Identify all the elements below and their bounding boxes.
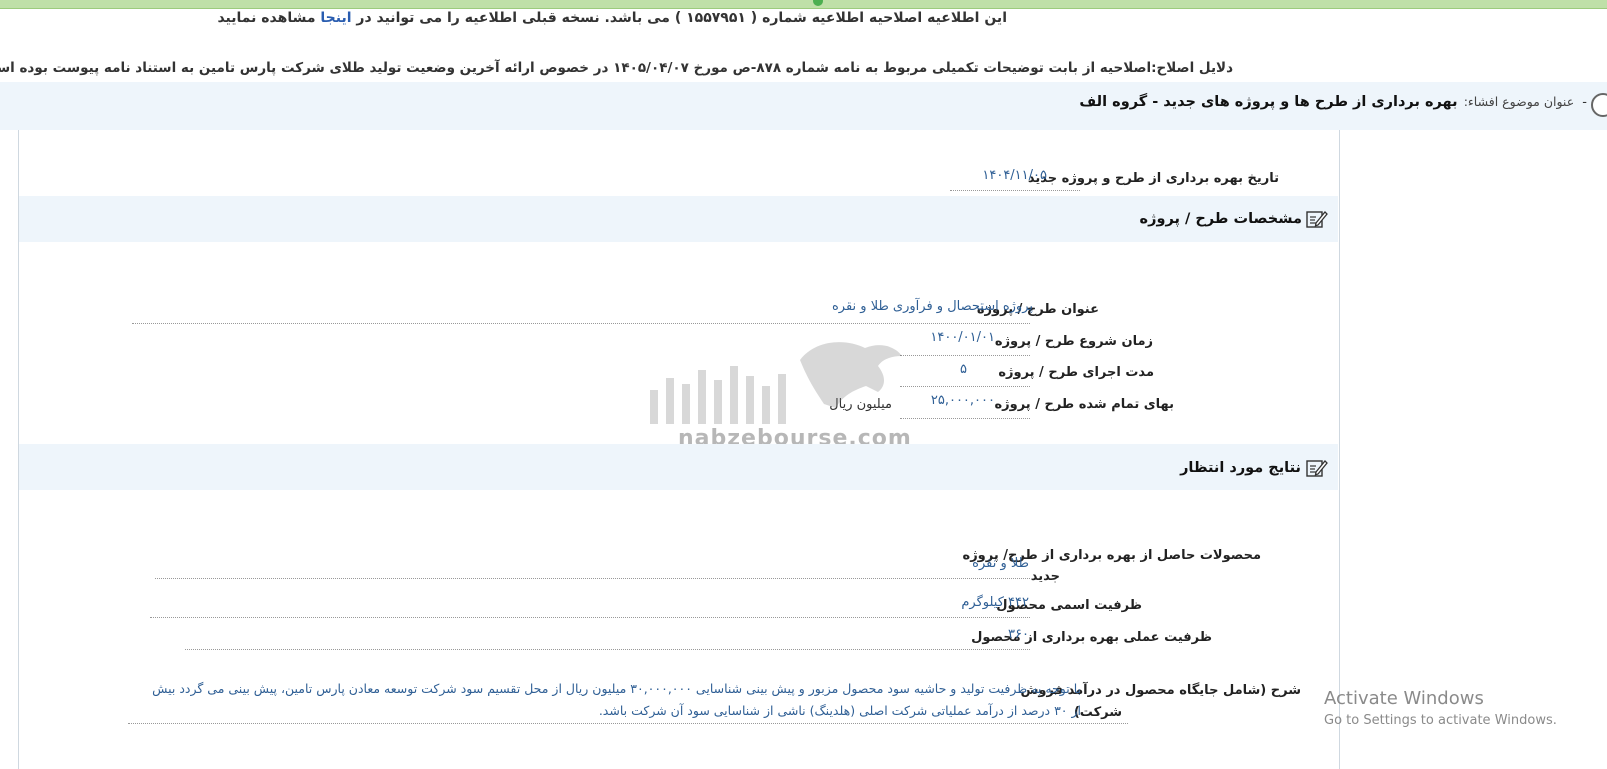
project-start-value: ۱۴۰۰/۰۱/۰۱ — [930, 330, 995, 345]
subject-value: بهره برداری از طرح ها و پروژه های جدید -… — [1079, 94, 1458, 110]
results-section-band — [19, 444, 1338, 490]
results-section-title: نتایج مورد انتظار — [1180, 460, 1301, 476]
project-title-value: پروژه استحصال و فرآوری طلا و نقره — [831, 299, 1033, 314]
correction-notice-text: این اطلاعیه اصلاحیه اطلاعیه شماره ( ۱۵۵۷… — [351, 10, 1007, 26]
edit-form-icon — [1306, 460, 1328, 477]
activation-title: Activate Windows — [1324, 688, 1484, 709]
products-label-continued: جدید — [1030, 569, 1060, 584]
launch-date-label: تاریخ بهره برداری از طرح و پروژه جدید — [1027, 171, 1279, 186]
windows-activation-overlay: Activate Windows Go to Settings to activ… — [1324, 688, 1557, 728]
actual-capacity-underline — [185, 649, 1030, 650]
correction-reason: دلایل اصلاح:اصلاحیه از بابت توضیحات تکمی… — [0, 60, 1233, 76]
correction-notice: این اطلاعیه اصلاحیه اطلاعیه شماره ( ۱۵۵۷… — [217, 10, 1007, 26]
description-text: با توجه به ظرفیت تولید و حاشیه سود محصول… — [152, 681, 1081, 718]
description-label-continued: شرکت) — [1073, 705, 1122, 720]
project-duration-label: مدت اجرای طرح / پروژه — [998, 365, 1154, 380]
launch-date-underline — [950, 190, 1080, 191]
project-cost-value: ۲۵,۰۰۰,۰۰۰ — [930, 393, 995, 408]
subject-label: عنوان موضوع افشاء: — [1463, 94, 1575, 109]
activation-hint[interactable]: Go to Settings to activate Windows. — [1324, 713, 1557, 728]
previous-version-link[interactable]: اینجا — [320, 10, 351, 26]
project-duration-value: ۵ — [960, 362, 967, 377]
nominal-capacity-value: ۴۴۲ کیلوگرم — [961, 595, 1029, 610]
description-underline — [128, 723, 1128, 724]
subject-bullet: - — [1582, 95, 1587, 110]
edit-form-icon — [1306, 211, 1328, 228]
launch-date-value: ۱۴۰۴/۱۱/۰۵ — [982, 168, 1047, 183]
project-cost-label: بهای تمام شده طرح / پروژه — [994, 397, 1174, 412]
project-section-title: مشخصات طرح / پروژه — [1139, 211, 1302, 227]
top-status-strip — [0, 0, 1607, 9]
correction-notice-suffix: مشاهده نمایید — [217, 10, 321, 26]
disclosure-subject: - عنوان موضوع افشاء: بهره برداری از طرح … — [1079, 94, 1587, 110]
actual-capacity-value: ۳۶۰ — [1008, 627, 1029, 642]
products-underline — [155, 578, 1030, 579]
nominal-capacity-underline — [150, 617, 1030, 618]
project-start-label: زمان شروع طرح / پروژه — [994, 334, 1153, 349]
products-value: طلا و نقره — [972, 556, 1029, 571]
